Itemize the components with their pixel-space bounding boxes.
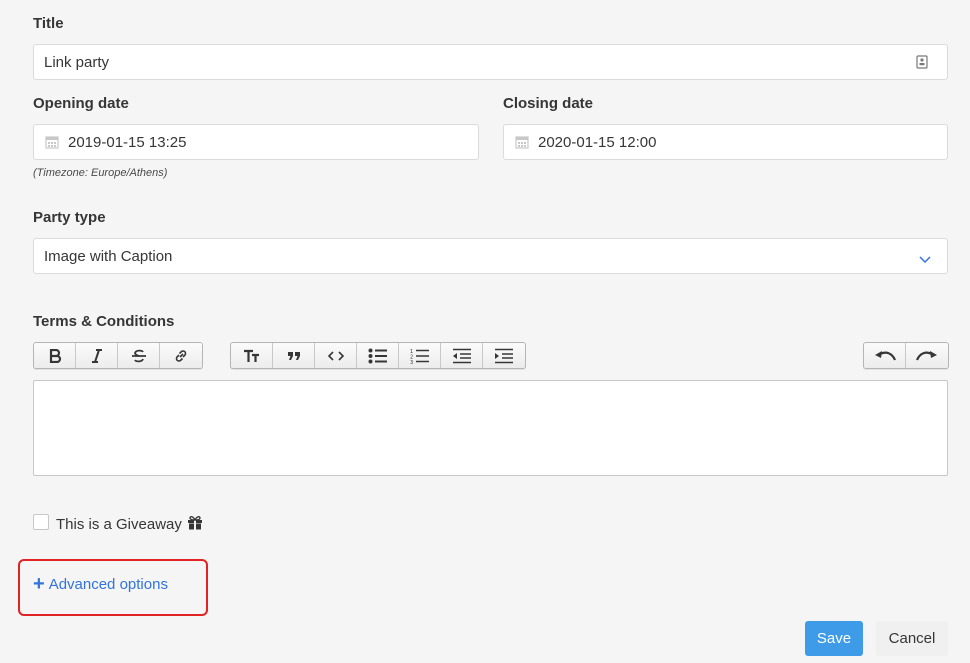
opening-date-value: 2019-01-15 13:25 [68,133,187,151]
party-type-label: Party type [33,209,106,226]
contact-card-icon [916,55,928,73]
indent-icon[interactable] [483,343,525,368]
italic-icon[interactable] [76,343,118,368]
outdent-icon[interactable] [441,343,483,368]
title-input-value: Link party [44,53,110,71]
history-toolbar-group [863,342,949,369]
timezone-hint: (Timezone: Europe/Athens) [33,167,168,179]
title-label: Title [33,15,64,32]
heading-icon[interactable] [231,343,273,368]
cancel-button[interactable]: Cancel [876,621,948,656]
giveaway-label-wrap[interactable]: This is a Giveaway [56,515,203,534]
terms-label: Terms & Conditions [33,313,175,330]
highlight-box [18,559,208,616]
bold-icon[interactable] [34,343,76,368]
party-type-select[interactable]: Image with Caption [33,238,948,274]
terms-editor[interactable] [33,380,948,476]
calendar-icon [515,135,529,149]
redo-icon[interactable] [906,343,948,368]
chevron-down-icon [919,251,931,268]
gift-icon [187,515,203,534]
title-input[interactable]: Link party [33,44,948,80]
svg-text:3: 3 [410,360,413,364]
quote-icon[interactable] [273,343,315,368]
giveaway-label: This is a Giveaway [56,516,182,533]
closing-date-label: Closing date [503,95,594,112]
party-type-value: Image with Caption [44,247,173,265]
format-toolbar-group [33,342,203,369]
closing-date-input[interactable]: 2020-01-15 12:00 [503,124,948,160]
save-button[interactable]: Save [805,621,863,656]
code-icon[interactable] [315,343,357,368]
block-toolbar-group: 123 [230,342,526,369]
opening-date-label: Opening date [33,95,129,112]
bullet-list-icon[interactable] [357,343,399,368]
numbered-list-icon[interactable]: 123 [399,343,441,368]
calendar-icon [45,135,59,149]
giveaway-checkbox[interactable] [33,514,49,530]
undo-icon[interactable] [864,343,906,368]
strikethrough-icon[interactable] [118,343,160,368]
link-icon[interactable] [160,343,202,368]
opening-date-input[interactable]: 2019-01-15 13:25 [33,124,479,160]
closing-date-value: 2020-01-15 12:00 [538,133,657,151]
